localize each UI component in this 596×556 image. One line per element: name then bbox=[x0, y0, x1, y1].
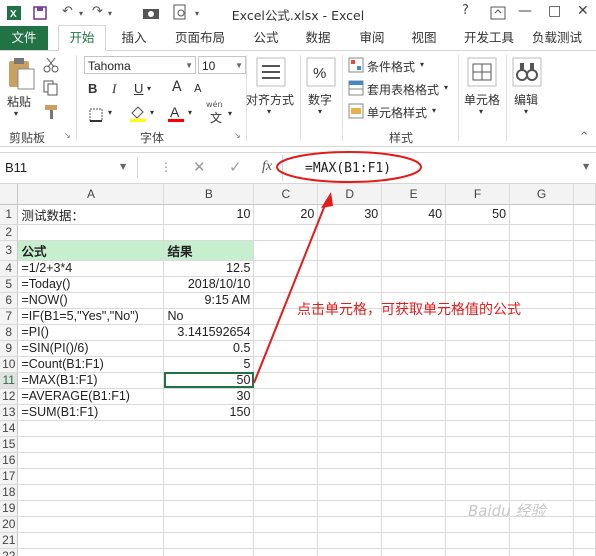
arrowhead-icon bbox=[321, 192, 333, 208]
annotation-ellipse bbox=[276, 151, 422, 183]
baidu-watermark: Baidu 经验 bbox=[468, 502, 546, 520]
annotation-overlay bbox=[253, 151, 422, 384]
annotation-text: 点击单元格，可获取单元格值的公式 bbox=[297, 302, 521, 318]
annotation-arrow bbox=[253, 199, 328, 384]
